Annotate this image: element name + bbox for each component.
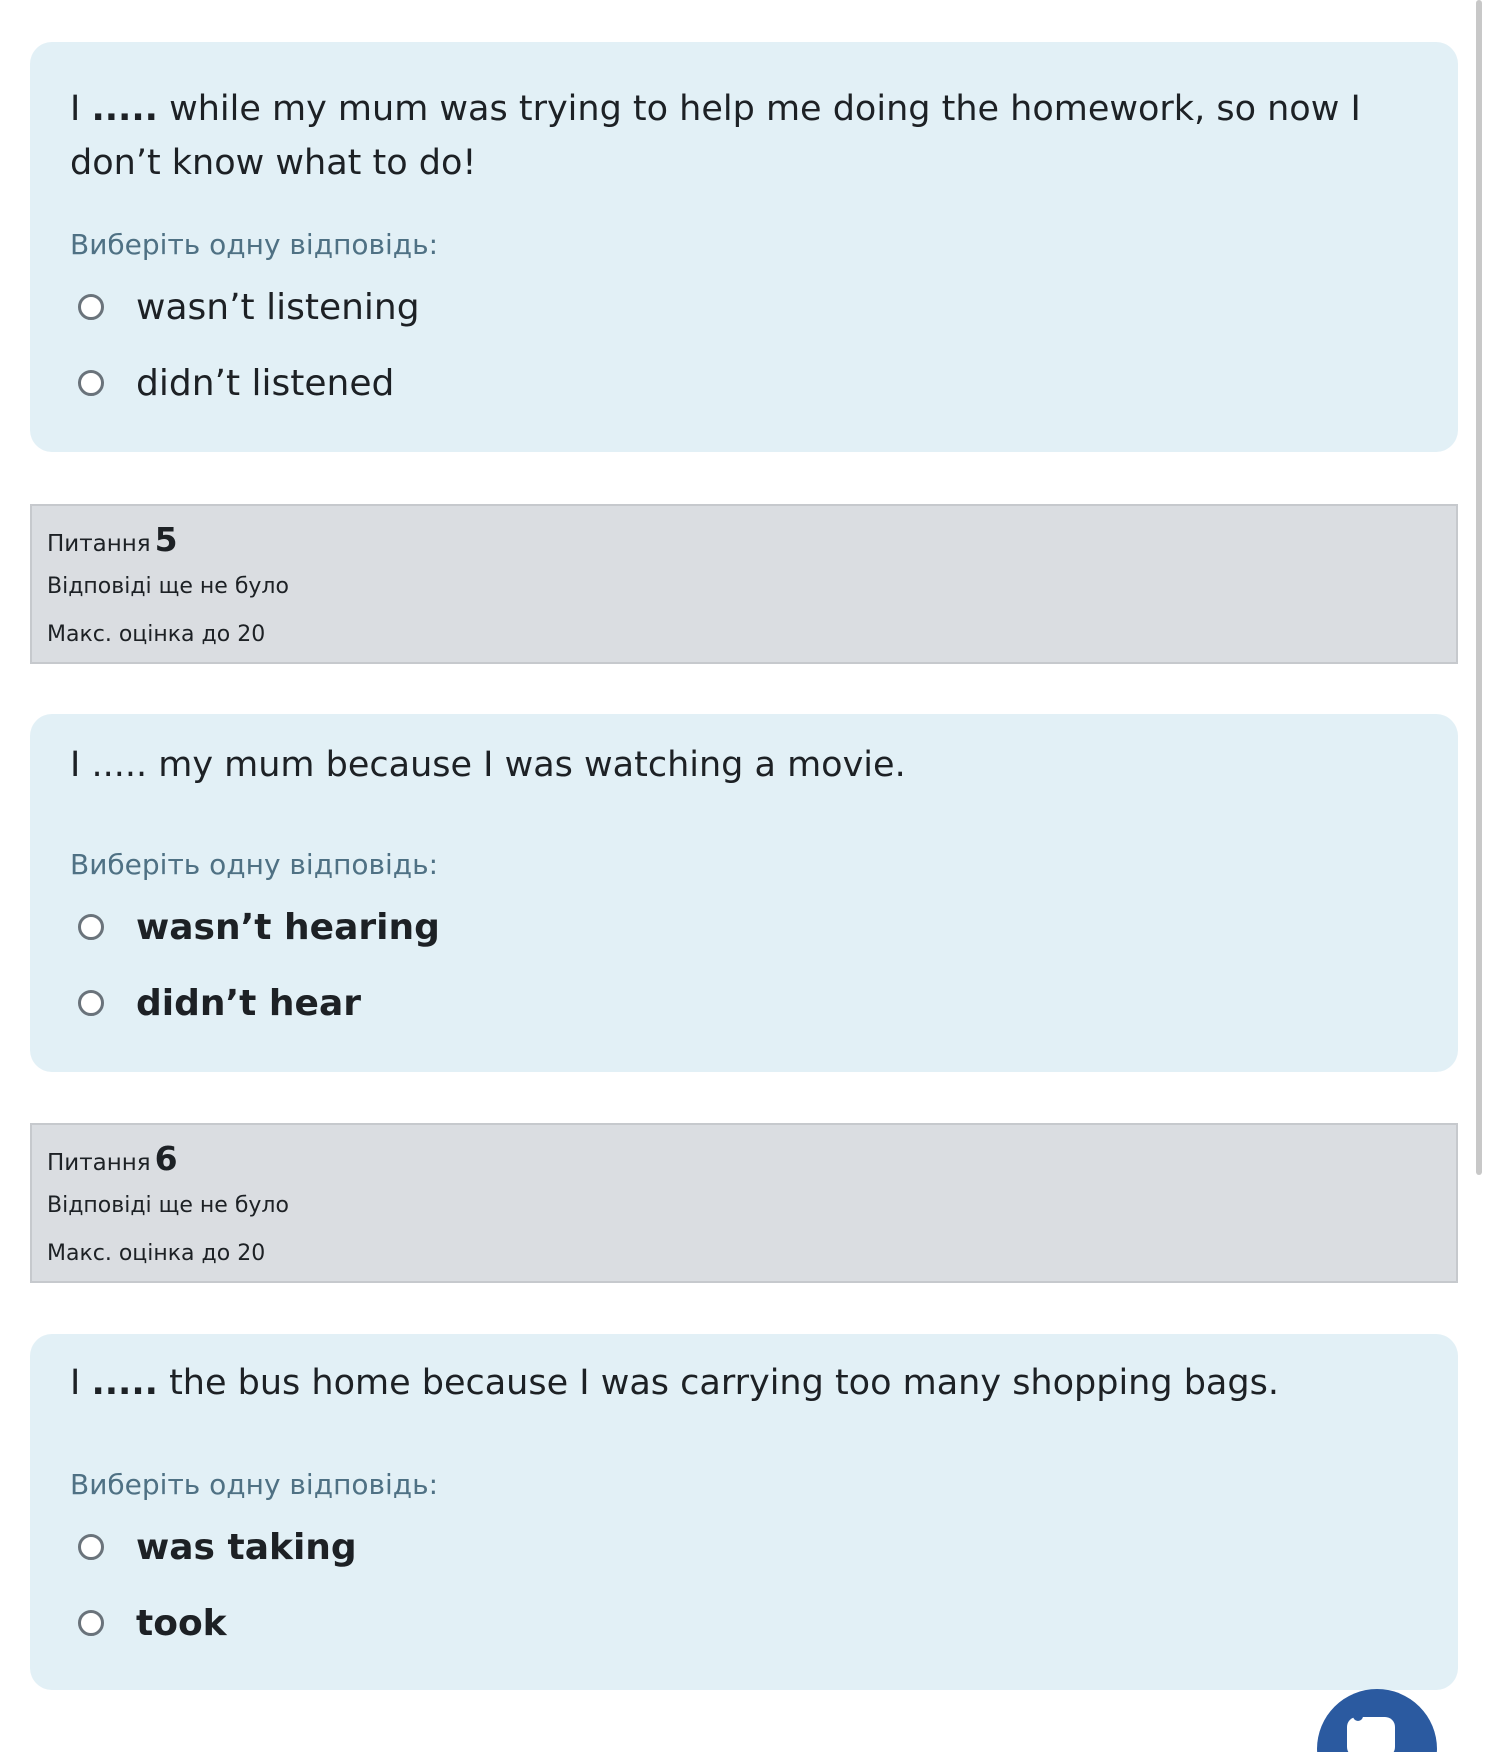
radio-button[interactable] xyxy=(78,1610,104,1636)
radio-button[interactable] xyxy=(78,990,104,1016)
radio-button[interactable] xyxy=(78,914,104,940)
max-grade: Макс. оцінка до 20 xyxy=(47,1241,266,1266)
quiz-page: I ..... while my mum was trying to help … xyxy=(0,0,1486,1752)
scrollbar[interactable] xyxy=(1476,0,1482,1175)
answer-option[interactable]: took xyxy=(78,1598,227,1648)
answer-option[interactable]: wasn’t listening xyxy=(78,282,420,332)
question-label: Питання xyxy=(47,1150,151,1176)
question-gap: ..... xyxy=(91,1363,158,1403)
answer-option[interactable]: wasn’t hearing xyxy=(78,902,440,952)
question-text-card: I ..... the bus home because I was carry… xyxy=(30,1334,1458,1690)
question-gap: ..... xyxy=(91,745,148,785)
question-text-card: I ..... while my mum was trying to help … xyxy=(30,42,1458,452)
question-number: 6 xyxy=(154,1139,178,1178)
question-text-pre: I xyxy=(70,745,92,785)
max-grade: Макс. оцінка до 20 xyxy=(47,622,266,647)
answer-label[interactable]: didn’t hear xyxy=(136,983,361,1024)
radio-button[interactable] xyxy=(78,370,104,396)
answer-status: Відповіді ще не було xyxy=(47,1193,289,1218)
question-text-pre: I xyxy=(70,89,92,129)
answer-label[interactable]: wasn’t listening xyxy=(136,287,420,328)
answer-prompt: Виберіть одну відповідь: xyxy=(70,848,439,881)
answer-label[interactable]: didn’t listened xyxy=(136,363,394,404)
question-text-pre: I xyxy=(70,1363,92,1403)
answer-option[interactable]: didn’t hear xyxy=(78,978,361,1028)
chat-icon xyxy=(1347,1711,1395,1752)
radio-button[interactable] xyxy=(78,1534,104,1560)
question-number-title: Питання 5 xyxy=(47,520,178,559)
answer-status: Відповіді ще не було xyxy=(47,574,289,599)
answer-label[interactable]: took xyxy=(136,1603,227,1644)
answer-label[interactable]: was taking xyxy=(136,1527,357,1568)
question-number-title: Питання 6 xyxy=(47,1139,178,1178)
question-text-post: my mum because I was watching a movie. xyxy=(147,745,906,785)
question-text-post: the bus home because I was carrying too … xyxy=(157,1363,1279,1403)
answer-prompt: Виберіть одну відповідь: xyxy=(70,228,439,261)
question-info: Питання 6 Відповіді ще не було Макс. оцін… xyxy=(30,1123,1458,1283)
question-number: 5 xyxy=(154,520,178,559)
radio-button[interactable] xyxy=(78,294,104,320)
answer-prompt: Виберіть одну відповідь: xyxy=(70,1468,439,1501)
question-text: I ..... while my mum was trying to help … xyxy=(70,82,1398,190)
answer-label[interactable]: wasn’t hearing xyxy=(136,907,440,948)
question-text-card: I ..... my mum because I was watching a … xyxy=(30,714,1458,1072)
question-label: Питання xyxy=(47,531,151,557)
question-text: I ..... my mum because I was watching a … xyxy=(70,738,1398,792)
question-text: I ..... the bus home because I was carry… xyxy=(70,1356,1398,1410)
question-gap: ..... xyxy=(91,89,158,129)
answer-option[interactable]: didn’t listened xyxy=(78,358,394,408)
question-text-post: while my mum was trying to help me doing… xyxy=(70,89,1361,183)
question-info: Питання 5 Відповіді ще не було Макс. оцін… xyxy=(30,504,1458,664)
chat-button[interactable] xyxy=(1317,1689,1437,1752)
answer-option[interactable]: was taking xyxy=(78,1522,357,1572)
